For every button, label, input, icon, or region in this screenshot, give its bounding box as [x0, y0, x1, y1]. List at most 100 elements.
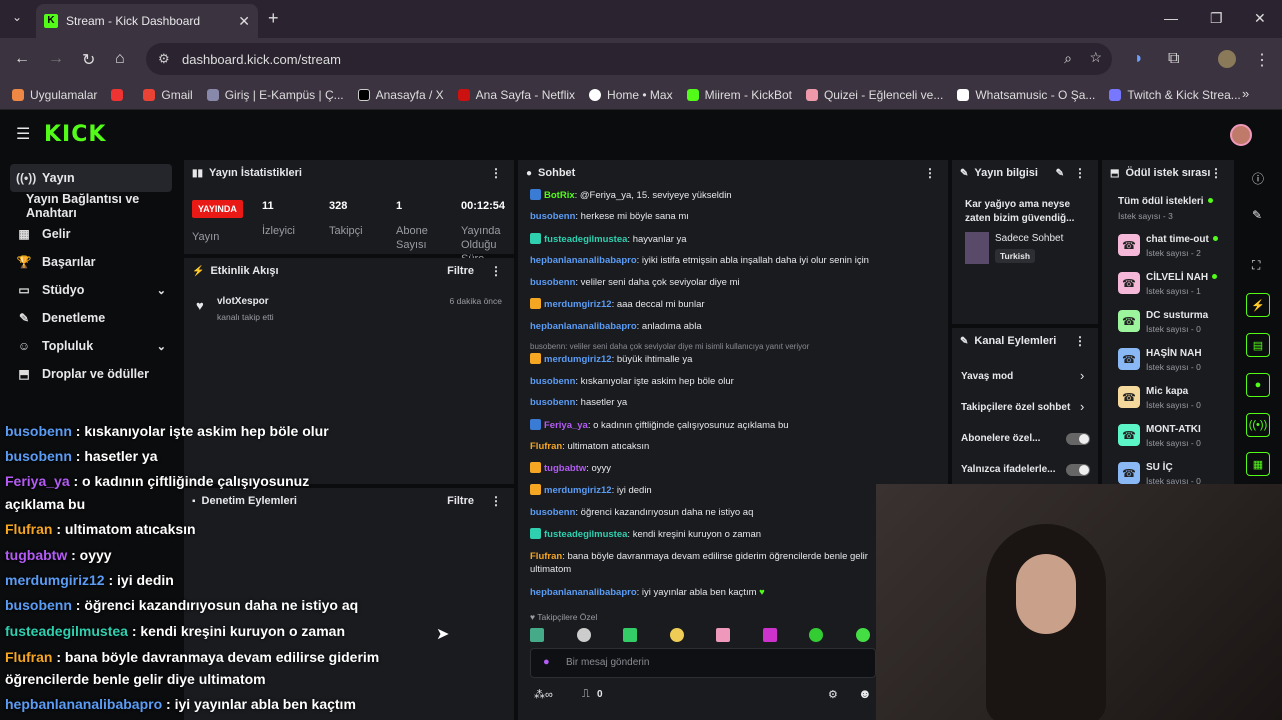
more-icon[interactable]: ⋮	[1074, 166, 1086, 180]
chat-username[interactable]: hepbanlananalibabapro	[530, 255, 637, 266]
fullscreen-icon[interactable]: ⛶	[1252, 258, 1260, 273]
minimize-icon[interactable]: —	[1164, 10, 1178, 26]
bookmark-item[interactable]: Uygulamalar	[12, 88, 97, 102]
emotes-only-toggle[interactable]	[1066, 464, 1090, 476]
more-icon[interactable]: ⋮	[1074, 334, 1086, 348]
chat-username[interactable]: busobenn	[530, 277, 575, 288]
chat-username[interactable]: hepbanlananalibabapro	[530, 587, 637, 598]
emote-icon[interactable]	[762, 628, 777, 642]
tab-search-icon[interactable]: ⌄	[12, 10, 22, 24]
chat-button[interactable]: ●	[1246, 373, 1270, 397]
forward-icon[interactable]: →	[48, 50, 64, 68]
emote-icon[interactable]	[716, 628, 731, 642]
emote-icon[interactable]	[530, 628, 544, 642]
extension-icon[interactable]: ◗	[1134, 50, 1144, 68]
emote-icon[interactable]	[576, 628, 591, 642]
document-button[interactable]: ▤	[1246, 333, 1270, 357]
bookmark-item[interactable]: Ana Sayfa - Netflix	[457, 88, 575, 102]
sidebar-item-studyo[interactable]: ▭ Stüdyo ⌄	[10, 276, 172, 304]
bookmarks-overflow-icon[interactable]: »	[1242, 86, 1249, 101]
home-icon[interactable]: ⌂	[115, 50, 125, 68]
slow-mode-option[interactable]: Yavaş mod	[961, 371, 1013, 382]
sidebar-item-yayin[interactable]: ((•)) Yayın	[10, 164, 172, 192]
chat-username[interactable]: merdumgiriz12	[544, 485, 612, 496]
reward-item[interactable]: ☎ HAŞİN NAH İstek sayısı - 0	[1118, 348, 1228, 378]
menu-icon[interactable]: ☰	[16, 124, 30, 144]
user-avatar[interactable]	[1230, 124, 1252, 146]
reward-item[interactable]: ☎ Mic kapa İstek sayısı - 0	[1118, 386, 1228, 416]
followers-only-option[interactable]: Takipçilere özel sohbet	[961, 402, 1070, 413]
extensions-puzzle-icon[interactable]: ⧉	[1168, 50, 1179, 68]
emote-icon[interactable]	[809, 628, 824, 642]
emote-icon[interactable]	[669, 628, 684, 642]
lightning-button[interactable]: ⚡	[1246, 293, 1270, 317]
chat-username[interactable]: fusteadegilmustea	[544, 529, 627, 540]
emote-icon[interactable]	[855, 628, 870, 642]
more-icon[interactable]: ⋮	[1210, 166, 1222, 180]
more-icon[interactable]: ⋮	[490, 264, 502, 278]
layout-button[interactable]: ▦	[1246, 452, 1270, 476]
bookmark-item[interactable]: Anasayfa / X	[357, 88, 444, 102]
chevron-right-icon[interactable]: ›	[1080, 399, 1084, 414]
filter-button[interactable]: Filtre	[447, 495, 474, 507]
back-icon[interactable]: ←	[14, 50, 30, 68]
pencil-icon[interactable]: ✎	[1252, 208, 1262, 222]
bookmark-item[interactable]: Quizei - Eğlenceli ve...	[805, 88, 943, 102]
bookmark-item[interactable]: Giriş | E-Kampüs | Ç...	[206, 88, 344, 102]
reward-item[interactable]: ☎ chat time-out İstek sayısı - 2	[1118, 234, 1228, 264]
zoom-icon[interactable]: ⌕	[1064, 50, 1072, 67]
more-icon[interactable]: ⋮	[490, 494, 502, 508]
url-input[interactable]: ⚙ dashboard.kick.com/stream ⌕ ☆	[146, 43, 1112, 75]
chat-username[interactable]: Feriya_ya	[544, 420, 588, 431]
bookmark-item[interactable]: Gmail	[143, 88, 193, 102]
bookmark-item[interactable]: Whatsamusic - O Şa...	[957, 88, 1095, 102]
reward-item[interactable]: ☎ DC susturma İstek sayısı - 0	[1118, 310, 1228, 340]
chat-username[interactable]: merdumgiriz12	[544, 299, 612, 310]
tab-stream[interactable]: K Stream - Kick Dashboard ✕	[36, 4, 258, 38]
emote-icon[interactable]	[623, 628, 638, 642]
sidebar-item-denetleme[interactable]: ✎ Denetleme	[10, 304, 172, 332]
subs-only-toggle[interactable]	[1066, 433, 1090, 445]
chat-username[interactable]: tugbabtw	[544, 463, 586, 474]
reload-icon[interactable]: ↻	[82, 50, 95, 70]
info-icon[interactable]: ⓘ	[1252, 170, 1264, 187]
maximize-icon[interactable]: ❐	[1210, 10, 1223, 27]
chat-username[interactable]: busobenn	[530, 397, 575, 408]
browser-menu-icon[interactable]: ⋮	[1254, 50, 1270, 70]
bookmark-star-icon[interactable]: ☆	[1089, 49, 1102, 66]
profile-avatar[interactable]	[1218, 50, 1236, 68]
tab-close-icon[interactable]: ✕	[238, 13, 250, 30]
chat-username[interactable]: fusteadegilmustea	[544, 234, 627, 245]
chat-username[interactable]: busobenn	[530, 376, 575, 387]
bookmark-item[interactable]: Twitch & Kick Strea...	[1109, 88, 1241, 102]
sidebar-item-droplar[interactable]: ⬒ Droplar ve ödüller	[10, 360, 172, 388]
sidebar-item-stream-key[interactable]: Yayın Bağlantısı ve Anahtarı	[10, 192, 172, 220]
chat-username[interactable]: busobenn	[530, 211, 575, 222]
chat-settings-icon[interactable]: ⚙	[828, 688, 838, 701]
sidebar-item-topluluk[interactable]: ☺ Topluluk ⌄	[10, 332, 172, 360]
all-rewards-label[interactable]: Tüm ödül istekleri	[1118, 196, 1213, 207]
broadcast-button[interactable]: ((•))	[1246, 413, 1270, 437]
edit-icon[interactable]: ✎	[1056, 168, 1064, 179]
bookmark-item[interactable]	[111, 88, 129, 101]
reward-item[interactable]: ☎ CİLVELİ NAH İstek sayısı - 1	[1118, 272, 1228, 302]
chat-username[interactable]: Flufran	[530, 441, 562, 452]
chat-message-input[interactable]: ● Bir mesaj gönderin	[530, 648, 876, 678]
emote-picker-icon[interactable]: ☻	[858, 686, 872, 701]
chat-username[interactable]: BotRix	[544, 190, 575, 201]
more-icon[interactable]: ⋮	[924, 166, 936, 180]
sidebar-item-gelir[interactable]: ▦ Gelir	[10, 220, 172, 248]
reward-item[interactable]: ☎ MONT-ATKI İstek sayısı - 0	[1118, 424, 1228, 454]
chat-username[interactable]: busobenn	[530, 507, 575, 518]
bookmark-item[interactable]: Miirem - KickBot	[686, 88, 792, 102]
gift-icon[interactable]: ⎍	[582, 688, 590, 701]
chat-username[interactable]: hepbanlananalibabapro	[530, 321, 637, 332]
points-icon[interactable]: ⁂∞	[534, 688, 553, 701]
bookmark-item[interactable]: Home • Max	[589, 88, 673, 102]
chat-username[interactable]: merdumgiriz12	[544, 354, 612, 365]
chat-username[interactable]: Flufran	[530, 551, 562, 562]
window-close-icon[interactable]: ✕	[1254, 10, 1266, 27]
filter-button[interactable]: Filtre	[447, 265, 474, 277]
site-info-icon[interactable]: ⚙	[158, 51, 170, 67]
chevron-right-icon[interactable]: ›	[1080, 368, 1084, 383]
